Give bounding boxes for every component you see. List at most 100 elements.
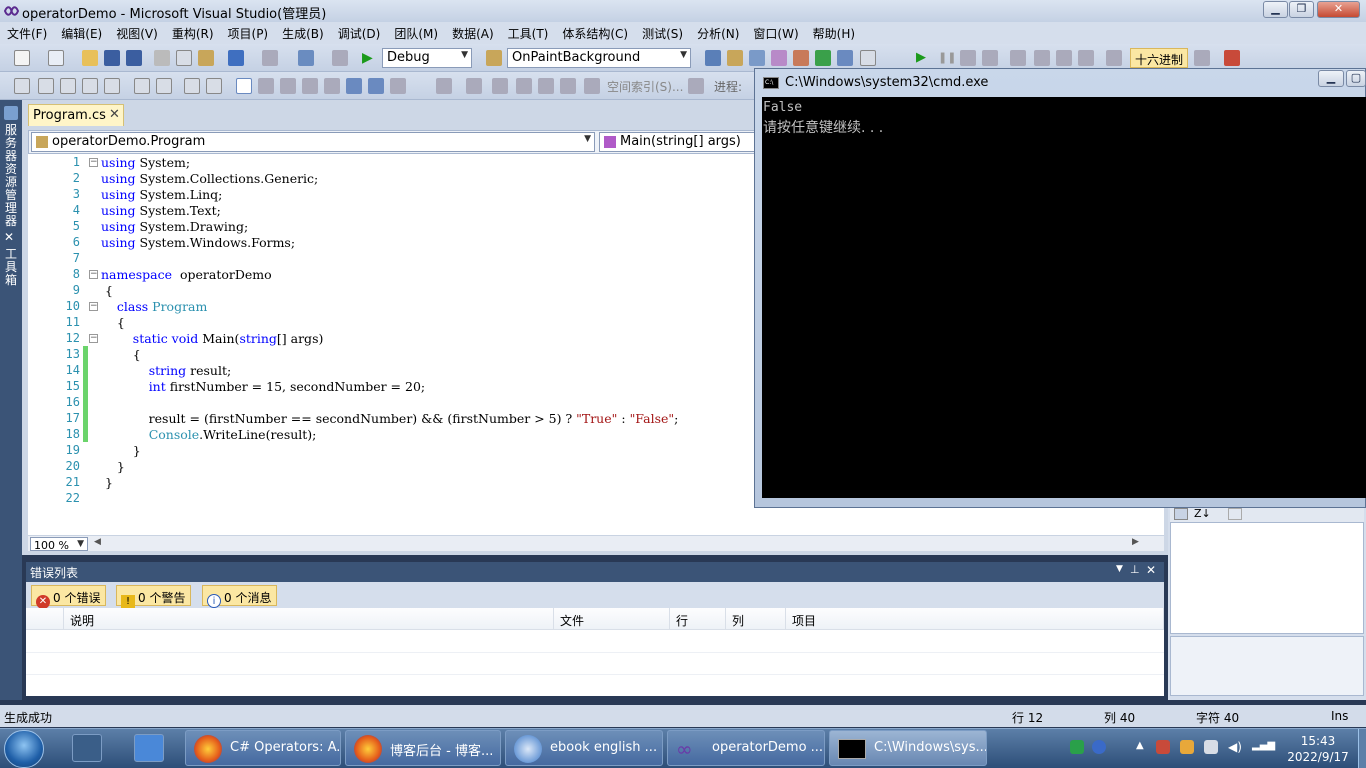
complete-word-icon[interactable] (82, 78, 98, 94)
action-center-icon[interactable] (1204, 740, 1218, 754)
menu-edit[interactable]: 编辑(E) (54, 22, 109, 44)
taskbar-item-visual-studio[interactable]: ∞ operatorDemo ... (667, 730, 825, 766)
security-icon[interactable] (1156, 740, 1170, 754)
object-browser-icon[interactable] (749, 50, 765, 66)
dropdown-icon[interactable]: ▼ (1116, 564, 1123, 574)
comment-icon[interactable] (184, 78, 200, 94)
close-icon[interactable]: ✕ (1146, 563, 1156, 577)
save-all-icon[interactable] (126, 50, 142, 66)
uncomment-icon[interactable] (206, 78, 222, 94)
save-icon[interactable] (104, 50, 120, 66)
taskbar-item-firefox-1[interactable]: C# Operators: A... (185, 730, 341, 766)
show-next-statement-icon[interactable] (1010, 50, 1026, 66)
query-options-icon[interactable] (688, 78, 704, 94)
show-hidden-icons[interactable]: ▲ (1136, 740, 1150, 754)
member-list-icon[interactable] (14, 78, 30, 94)
new-project-icon[interactable] (14, 50, 30, 66)
menu-architecture[interactable]: 体系结构(C) (555, 22, 635, 44)
column-header-project[interactable]: 项目 (786, 608, 1164, 630)
properties-icon[interactable] (727, 50, 743, 66)
extension-icon[interactable] (815, 50, 831, 66)
previous-bookmark-doc-icon[interactable] (346, 78, 362, 94)
close-icon[interactable]: ✕ (109, 107, 120, 122)
column-header-file[interactable]: 文件 (554, 608, 670, 630)
pause-icon[interactable]: ❚❚ (938, 50, 956, 66)
menu-team[interactable]: 团队(M) (387, 22, 445, 44)
cmd-minimize-button[interactable]: ▁ (1318, 70, 1344, 87)
help-icon[interactable] (1092, 740, 1106, 754)
previous-bookmark-icon[interactable] (258, 78, 274, 94)
taskbar-item-ebook[interactable]: ebook english ... (505, 730, 663, 766)
collapse-outline-icon[interactable]: − (89, 302, 98, 311)
column-header-description[interactable]: 说明 (64, 608, 554, 630)
start-button[interactable] (4, 730, 44, 768)
show-desktop-button[interactable] (1358, 729, 1366, 768)
spatial-index-icon[interactable] (584, 78, 600, 94)
property-pages-icon[interactable] (1228, 508, 1242, 520)
warnings-filter-button[interactable]: ! 0 个警告 (116, 585, 192, 609)
menu-refactor[interactable]: 重构(R) (165, 22, 221, 44)
cmd-console[interactable] (762, 97, 1366, 498)
navigate-forward-icon[interactable] (332, 50, 348, 66)
collapse-outline-icon[interactable]: − (89, 334, 98, 343)
menu-debug[interactable]: 调试(D) (331, 22, 388, 44)
cut-icon[interactable] (154, 50, 170, 66)
tools-icon[interactable] (793, 50, 809, 66)
menu-view[interactable]: 视图(V) (109, 22, 165, 44)
desktop-icon[interactable] (134, 734, 164, 762)
redo-icon[interactable] (262, 50, 278, 66)
column-header-line[interactable]: 行 (670, 608, 726, 630)
close-button[interactable]: ✕ (1317, 1, 1360, 18)
xml-ab-icon[interactable] (538, 78, 554, 94)
server-explorer-tab[interactable]: 服务器资源管理器 (4, 124, 18, 228)
debug-location-icon[interactable] (1106, 50, 1122, 66)
volume-icon[interactable]: ◀) (1228, 740, 1242, 754)
cmd-maximize-button[interactable]: ▢ (1346, 70, 1366, 87)
find-combo[interactable]: OnPaintBackground ▼ (507, 48, 691, 68)
solution-explorer-icon[interactable] (705, 50, 721, 66)
clear-bookmarks-icon[interactable] (390, 78, 406, 94)
memory-icon[interactable] (1194, 50, 1210, 66)
undo-icon[interactable] (228, 50, 244, 66)
menu-analyze[interactable]: 分析(N) (690, 22, 746, 44)
collapse-outline-icon[interactable]: − (89, 158, 98, 167)
toolbox-icon[interactable] (771, 50, 787, 66)
scroll-right-icon[interactable]: ▶ (1132, 537, 1139, 547)
toolbox-tab[interactable]: 工具箱 (4, 248, 18, 287)
navigate-back-icon[interactable] (298, 50, 314, 66)
spatial-index-label[interactable]: 空间索引(S)... (607, 78, 683, 95)
hex-display-toggle[interactable]: 十六进制 (1130, 48, 1189, 68)
indent-icon[interactable] (156, 78, 172, 94)
next-bookmark-icon[interactable] (280, 78, 296, 94)
scroll-left-icon[interactable]: ◀ (94, 537, 101, 547)
table-icon[interactable] (492, 78, 508, 94)
minimize-button[interactable]: ▁ (1263, 1, 1288, 18)
open-file-icon[interactable] (82, 50, 98, 66)
network-icon[interactable]: ▂▄▆ (1252, 740, 1275, 754)
taskbar-item-firefox-2[interactable]: 博客后台 - 博客... (345, 730, 501, 766)
menu-file[interactable]: 文件(F) (0, 22, 54, 44)
add-item-icon[interactable] (48, 50, 64, 66)
horizontal-scrollbar[interactable]: 100 % ▼ ◀ ▶ (28, 535, 1164, 551)
restore-button[interactable]: ❐ (1289, 1, 1314, 18)
grid-icon[interactable] (516, 78, 532, 94)
toggle-completion-icon[interactable] (104, 78, 120, 94)
paste-icon[interactable] (198, 50, 214, 66)
restart-icon[interactable] (982, 50, 998, 66)
menu-tools[interactable]: 工具(T) (501, 22, 556, 44)
outdent-icon[interactable] (134, 78, 150, 94)
step-out-icon[interactable] (1078, 50, 1094, 66)
menu-window[interactable]: 窗口(W) (746, 22, 805, 44)
menu-build[interactable]: 生成(B) (275, 22, 331, 44)
xml-icon[interactable] (560, 78, 576, 94)
properties-grid[interactable] (1170, 522, 1364, 634)
breakpoints-icon[interactable] (1224, 50, 1240, 66)
command-window-icon[interactable] (837, 50, 853, 66)
computer-icon[interactable] (72, 734, 102, 762)
previous-bookmark-folder-icon[interactable] (302, 78, 318, 94)
step-into-icon[interactable] (1034, 50, 1050, 66)
categorized-icon[interactable] (1174, 508, 1188, 520)
shield-icon[interactable] (1180, 740, 1194, 754)
zoom-combo[interactable]: 100 % ▼ (30, 537, 88, 551)
quick-info-icon[interactable] (60, 78, 76, 94)
